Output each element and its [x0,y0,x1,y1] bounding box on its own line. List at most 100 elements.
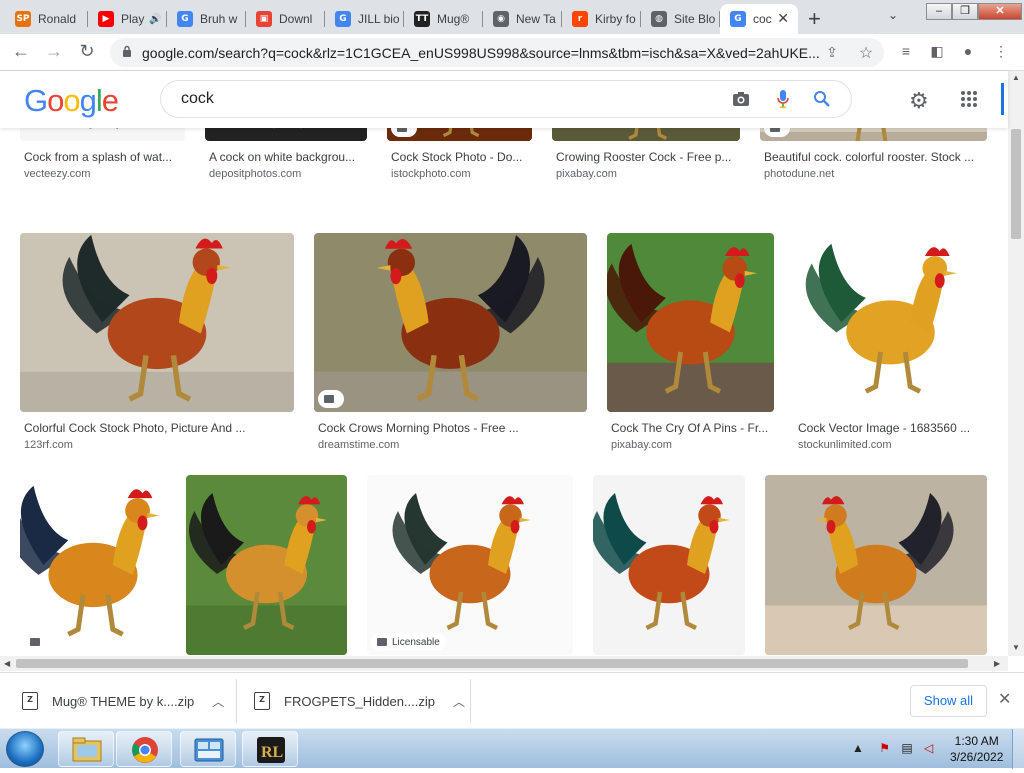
address-bar[interactable]: google.com/search?q=cock&rlz=1C1GCEA_enU… [110,38,884,67]
result-title[interactable]: Cock Crows Morning Photos - Free ... [318,421,585,435]
audio-playing-icon[interactable]: 🔊 [149,14,161,25]
tab-7[interactable]: r Kirby fo [562,4,641,34]
tab-2[interactable]: G Bruh w [167,4,246,34]
result-title[interactable]: Cock from a splash of wat... [24,150,183,164]
tab-favicon-icon: G [177,11,193,27]
tab-1[interactable]: ▶ Play 🔊 [88,4,167,34]
show-hidden-icons-icon[interactable]: ▲ [852,741,864,755]
result-source[interactable]: 123rf.com [24,439,73,451]
new-tab-button[interactable]: + [808,6,821,32]
tab-3[interactable]: ▣ Downl [246,4,325,34]
result-thumbnail[interactable]: Licensable [367,475,573,655]
camera-icon[interactable] [732,91,750,107]
windows-start-button[interactable] [6,731,44,767]
image-results-grid: Cock from a splash of wat... vecteezy.com… [0,71,1008,656]
tab-4[interactable]: G JILL bio [325,4,404,34]
logo-letter: g [79,83,97,118]
result-title[interactable]: A cock on white backgrou... [209,150,365,164]
result-source[interactable]: vecteezy.com [24,168,90,180]
chevron-up-icon[interactable]: ︿ [453,693,465,710]
close-icon[interactable]: ✕ [998,689,1011,709]
menu-icon[interactable]: ⋮ [991,43,1011,60]
result-source[interactable]: istockphoto.com [391,168,470,180]
minimize-button[interactable]: – [926,3,952,20]
profile-icon[interactable]: ● [958,43,978,59]
lock-icon[interactable] [122,45,132,57]
result-thumbnail[interactable] [607,233,774,412]
logo-letter: e [101,83,119,118]
vertical-scrollbar[interactable]: ▲ ▼ [1008,71,1024,656]
tab-title: New Ta [516,12,556,26]
result-thumbnail[interactable] [20,475,166,655]
result-thumbnail[interactable] [794,233,987,412]
tab-8[interactable]: ◍ Site Blo [641,4,720,34]
result-thumbnail[interactable] [765,475,987,655]
mic-icon[interactable] [776,89,790,109]
result-thumbnail[interactable] [20,233,294,412]
clock[interactable]: 1:30 AM 3/26/2022 [950,733,1003,765]
control-panel-icon[interactable] [180,731,236,767]
scroll-up-arrow-icon[interactable]: ▲ [1012,73,1020,82]
back-icon[interactable]: ← [10,41,32,62]
result-source[interactable]: photodune.net [764,168,834,180]
action-center-icon[interactable]: ⚑ [879,741,890,755]
result-title[interactable]: Colorful Cock Stock Photo, Picture And .… [24,421,292,435]
result-title[interactable]: Crowing Rooster Cock - Free p... [556,150,738,164]
download-item[interactable]: Z FROGPETS_Hidden....zip ︿ [254,683,465,719]
tab-title: coc [753,12,772,26]
tab-9[interactable]: Gcoc ✕ [720,4,798,34]
sidepanel-icon[interactable]: ◧ [927,43,947,60]
file-explorer-icon[interactable] [58,731,114,767]
apps-grid-icon[interactable] [960,90,978,108]
media-icon[interactable]: ≡ [896,43,916,59]
scroll-left-arrow-icon[interactable]: ◀ [4,659,10,668]
tab-favicon-icon: SP [15,11,31,27]
result-thumbnail[interactable] [593,475,745,655]
chevron-up-icon[interactable]: ︿ [212,693,224,710]
restore-button[interactable]: ❐ [952,3,978,20]
search-icon[interactable] [813,90,831,108]
tab-search-button[interactable]: ⌄ [888,8,898,22]
tab-close-icon[interactable]: ✕ [777,10,789,27]
share-icon[interactable]: ⇪ [822,44,842,61]
result-title[interactable]: Cock Stock Photo - Do... [391,150,530,164]
horizontal-scroll-thumb[interactable] [16,659,968,668]
horizontal-scrollbar[interactable]: ◀ ▶ [0,656,1008,671]
reload-icon[interactable]: ↻ [76,41,98,62]
scroll-right-arrow-icon[interactable]: ▶ [994,659,1000,668]
vertical-scroll-thumb[interactable] [1011,129,1021,239]
tab-5[interactable]: TT Mug® [404,4,483,34]
window-close-button[interactable]: ✕ [978,3,1022,20]
tab-favicon-icon: ◉ [493,11,509,27]
image-badge [318,390,344,408]
google-logo[interactable]: Google [24,83,119,119]
result-thumbnail[interactable] [186,475,347,655]
tab-0[interactable]: SP Ronald [5,4,88,34]
tab-6[interactable]: ◉ New Ta [483,4,562,34]
result-title[interactable]: Cock The Cry Of A Pins - Fr... [611,421,772,435]
settings-icon[interactable]: ⚙ [909,88,929,114]
show-all-button[interactable]: Show all [910,685,987,717]
result-source[interactable]: pixabay.com [556,168,617,180]
system-tray[interactable]: ▲ ⚑ ▤ ◁ [852,741,933,755]
show-desktop-button[interactable] [1012,729,1024,769]
roblox-launcher-icon[interactable]: RL [242,731,298,767]
result-source[interactable]: dreamstime.com [318,439,399,451]
star-icon[interactable]: ☆ [856,43,876,63]
result-source[interactable]: pixabay.com [611,439,672,451]
url-text[interactable]: google.com/search?q=cock&rlz=1C1GCEA_enU… [142,45,822,61]
download-item[interactable]: Z Mug® THEME by k....zip ︿ [22,683,224,719]
forward-icon[interactable]: → [43,41,65,62]
result-title[interactable]: Beautiful cock. colorful rooster. Stock … [764,150,985,164]
result-source[interactable]: depositphotos.com [209,168,301,180]
tab-title: Downl [279,12,313,26]
search-box[interactable] [160,80,852,118]
result-title[interactable]: Cock Vector Image - 1683560 ... [798,421,985,435]
chrome-icon[interactable] [116,731,172,767]
result-thumbnail[interactable] [314,233,587,412]
search-input[interactable] [181,90,681,108]
network-icon[interactable]: ▤ [901,741,912,755]
result-source[interactable]: stockunlimited.com [798,439,892,451]
volume-muted-icon[interactable]: ◁ [924,741,933,755]
scroll-down-arrow-icon[interactable]: ▼ [1012,643,1020,652]
